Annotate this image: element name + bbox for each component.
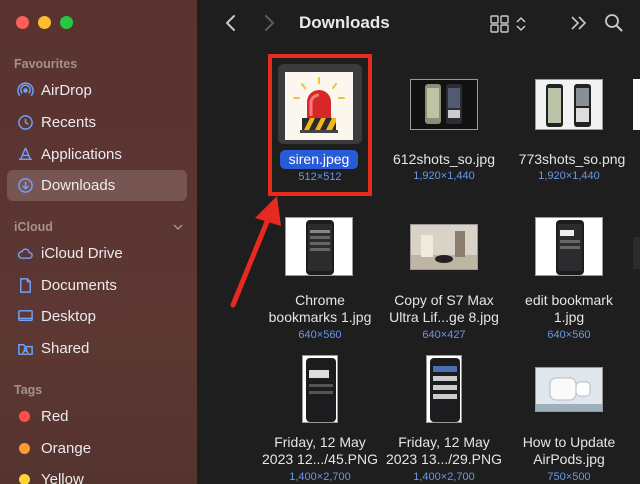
sidebar-item-recents[interactable]: Recents [7,107,187,138]
file-name-line: bookmarks 1.jpg [268,309,372,325]
file-thumbnail-773shots[interactable] [535,79,603,130]
image-thumbnail [411,80,477,129]
file-dimensions: 1,920×1,440 [538,170,600,182]
sidebar-item-label: Applications [41,146,122,163]
sidebar-item-label: Documents [41,277,117,294]
sidebar-item-icloud-drive[interactable]: iCloud Drive [7,238,187,269]
more-toolbar-items-icon[interactable] [570,15,588,31]
yellow-tag-dot [19,474,30,484]
sidebar-item-label: Desktop [41,308,97,325]
file-dimensions: 640×560 [547,329,591,341]
file-thumbnail-edit-bookmark[interactable] [535,217,603,276]
sidebar-item-tag-yellow[interactable]: Yellow [7,464,187,484]
image-thumbnail [536,80,602,129]
file-dimensions: 1,400×2,700 [413,471,475,483]
close-button[interactable] [16,16,29,29]
back-button[interactable] [221,13,241,33]
sidebar-item-tag-orange[interactable]: Orange [7,433,187,464]
applications-icon [16,146,34,164]
highlight-box [268,54,372,196]
file-thumbnail-612shots[interactable] [410,79,478,130]
file-name-line: Chrome [295,292,345,308]
file-name[interactable]: Copy of S7 Max Ultra Lif...ge 8.jpg [382,292,506,326]
sidebar-item-label: AirDrop [41,82,92,99]
file-browser: Downloads siren.jpeg 512×512 612shots_so… [199,0,640,484]
sidebar-item-label: Recents [41,114,97,131]
sidebar-item-label: iCloud Drive [41,245,123,262]
download-icon [16,177,34,195]
file-thumbnail-friday-29[interactable] [426,355,462,423]
file-name-line: Ultra Lif...ge 8.jpg [389,309,499,325]
chevron-down-icon[interactable] [172,221,184,233]
cloud-icon [16,245,34,263]
sidebar-item-label: Downloads [41,177,116,194]
file-thumbnail-chrome-bookmarks[interactable] [285,217,353,276]
file-name[interactable]: edit bookmark 1.jpg [507,292,631,326]
view-options-chevron-icon[interactable] [515,14,527,34]
image-thumbnail [303,356,337,422]
file-name[interactable]: Friday, 12 May 2023 13.../29.PNG [382,434,506,468]
document-icon [16,277,34,295]
file-name-line: Friday, 12 May [274,434,366,450]
shared-folder-icon [16,340,34,358]
file-name-line: 2023 13.../29.PNG [386,451,502,467]
partial-thumbnail[interactable] [633,237,640,269]
annotation-arrow-icon [230,196,281,308]
toolbar: Downloads [199,0,640,46]
sidebar-item-label: Red [41,408,69,425]
sidebar-item-downloads[interactable]: Downloads [7,170,187,201]
image-thumbnail [536,218,602,275]
file-dimensions: 1,920×1,440 [413,170,475,182]
file-name[interactable]: 773shots_so.png [507,151,637,168]
sidebar-item-desktop[interactable]: Desktop [7,301,187,332]
clock-icon [16,114,34,132]
image-thumbnail [536,368,602,411]
file-thumbnail-airpods[interactable] [535,367,603,412]
file-name-line: edit bookmark [525,292,613,308]
file-dimensions: 1,400×2,700 [289,471,351,483]
partial-thumbnail[interactable] [633,79,640,130]
minimize-button[interactable] [38,16,51,29]
sidebar-item-label: Yellow [41,471,84,484]
file-thumbnail-friday-45[interactable] [302,355,338,423]
file-name-line: Friday, 12 May [398,434,490,450]
zoom-button[interactable] [60,16,73,29]
icloud-section-title: iCloud [14,220,53,234]
desktop-icon [16,308,34,326]
file-dimensions: 750×500 [547,471,591,483]
search-icon[interactable] [604,13,624,33]
file-name-line: 1.jpg [553,309,585,325]
sidebar-item-documents[interactable]: Documents [7,270,187,301]
file-name[interactable]: How to Update AirPods.jpg [507,434,631,468]
file-name-line: AirPods.jpg [533,451,605,467]
file-name[interactable]: Friday, 12 May 2023 12.../45.PNG [258,434,382,468]
file-dimensions: 640×427 [422,329,466,341]
sidebar-item-label: Orange [41,440,92,457]
sidebar-item-applications[interactable]: Applications [7,139,187,170]
sidebar-item-tag-red[interactable]: Red [7,401,187,432]
image-thumbnail [286,218,352,275]
sidebar-item-label: Shared [41,340,90,357]
file-thumbnail-s7max[interactable] [410,224,478,270]
image-thumbnail [411,225,477,269]
red-tag-dot [19,411,30,422]
grid-view-icon[interactable] [490,15,510,33]
file-name-line: Copy of S7 Max [394,292,494,308]
sidebar-item-airdrop[interactable]: AirDrop [7,75,187,106]
forward-button[interactable] [259,13,279,33]
file-name-line: How to Update [522,434,616,450]
window-title: Downloads [299,13,390,32]
sidebar: Favourites AirDrop Recents Applications … [0,0,198,484]
orange-tag-dot [19,443,30,454]
file-name-line: 2023 12.../45.PNG [262,451,378,467]
image-thumbnail [427,356,461,422]
sidebar-item-shared[interactable]: Shared [7,333,187,364]
airdrop-icon [16,82,34,100]
window-controls [16,16,73,29]
file-name[interactable]: 612shots_so.jpg [382,151,506,168]
file-dimensions: 640×560 [298,329,342,341]
tags-section-title: Tags [14,383,43,397]
favourites-section-title: Favourites [14,57,78,71]
